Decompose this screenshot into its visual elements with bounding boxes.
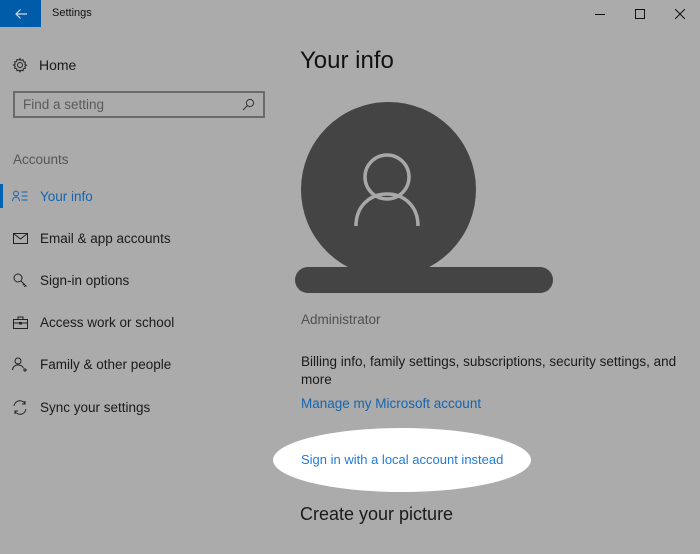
account-description: Billing info, family settings, subscript…	[301, 354, 677, 387]
section-label-accounts: Accounts	[13, 152, 69, 167]
sync-icon	[0, 399, 40, 415]
close-icon	[675, 8, 685, 19]
mail-icon	[0, 232, 40, 244]
sidebar-home[interactable]: Home	[12, 54, 76, 76]
sidebar-item-access-work-school[interactable]: Access work or school	[0, 307, 280, 337]
sidebar-item-family-other-people[interactable]: Family & other people	[0, 349, 280, 379]
sign-in-local-account-link[interactable]: Sign in with a local account instead	[301, 452, 503, 467]
person-icon	[353, 152, 420, 226]
sidebar-item-label: Access work or school	[40, 314, 175, 330]
contact-info-icon	[0, 190, 40, 202]
back-button[interactable]	[0, 0, 41, 27]
manage-microsoft-account-link[interactable]: Manage my Microsoft account	[301, 396, 481, 411]
redacted-username	[295, 267, 553, 293]
sidebar: Home Accounts Your info Email & app acco…	[0, 27, 280, 554]
maximize-icon	[635, 8, 645, 19]
sidebar-item-your-info[interactable]: Your info	[0, 181, 280, 211]
sidebar-item-sign-in-options[interactable]: Sign-in options	[0, 265, 280, 295]
gear-icon	[12, 57, 28, 73]
back-arrow-icon	[14, 8, 27, 19]
search-box[interactable]	[13, 91, 265, 118]
page-title: Your info	[300, 47, 394, 74]
minimize-icon	[595, 13, 605, 15]
add-person-icon	[0, 357, 40, 372]
search-icon[interactable]	[242, 98, 255, 111]
sidebar-item-sync-settings[interactable]: Sync your settings	[0, 392, 280, 422]
title-bar: Settings	[0, 0, 700, 27]
sidebar-item-email-app-accounts[interactable]: Email & app accounts	[0, 223, 280, 253]
create-picture-heading: Create your picture	[300, 504, 454, 524]
sidebar-item-label: Family & other people	[40, 356, 172, 372]
active-indicator	[0, 184, 3, 208]
app-title: Settings	[52, 7, 92, 19]
search-input[interactable]	[23, 97, 242, 112]
sidebar-item-label: Sign-in options	[40, 272, 130, 288]
home-label: Home	[39, 57, 77, 73]
sidebar-item-label: Sync your settings	[40, 399, 151, 415]
main-content: Your info Administrator Billing info, fa…	[273, 27, 700, 554]
key-icon	[0, 273, 40, 288]
briefcase-icon	[0, 316, 40, 329]
sidebar-item-label: Email & app accounts	[40, 230, 171, 246]
sidebar-item-label: Your info	[40, 188, 93, 204]
avatar	[301, 102, 476, 277]
close-button[interactable]	[657, 0, 700, 27]
account-role: Administrator	[301, 312, 381, 327]
